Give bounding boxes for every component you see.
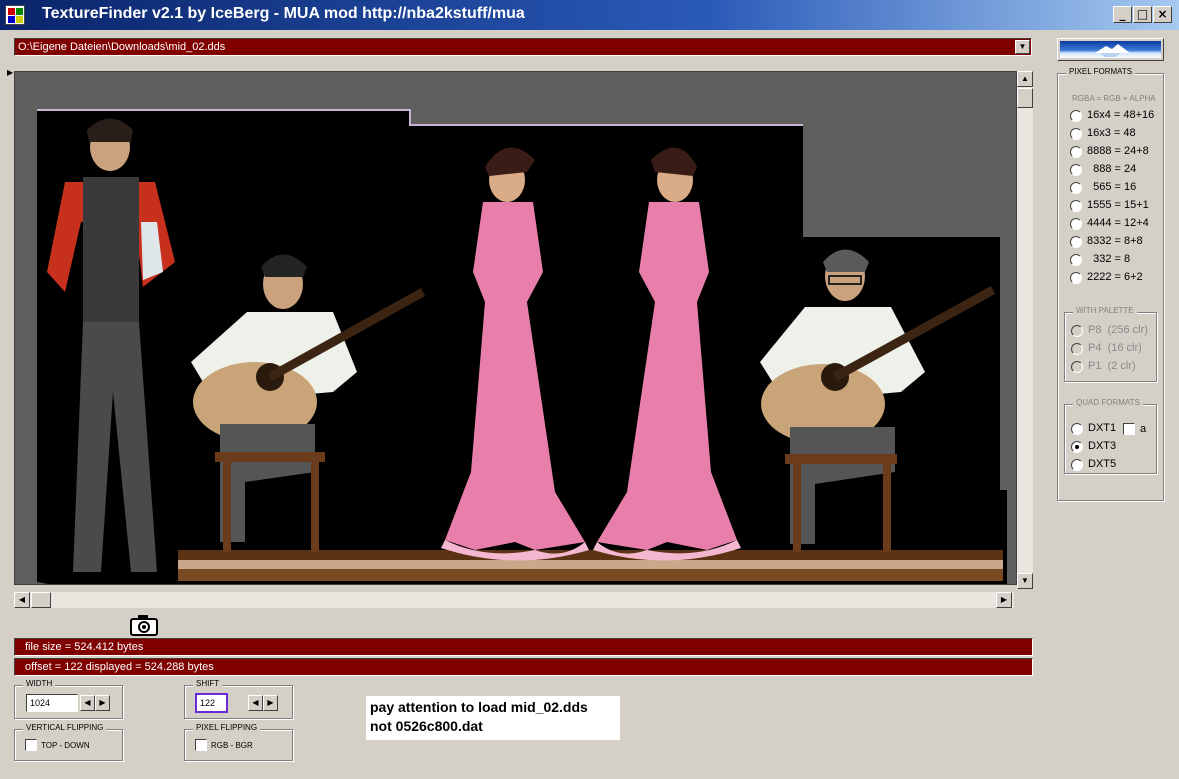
shift-group: SHIFT 122 ◀ ▶ <box>184 679 293 719</box>
scroll-left-button[interactable]: ◀ <box>14 592 30 608</box>
with-palette-group: WITH PALETTE P8 (256 clr) P4 (16 clr) P1… <box>1064 306 1157 382</box>
quad-formats-label: QUAD FORMATS <box>1073 398 1143 407</box>
offset-bar: offset = 122 displayed = 524.288 bytes <box>14 658 1033 676</box>
note-line-1: pay attention to load mid_02.dds <box>370 699 588 715</box>
shift-input[interactable]: 122 <box>195 693 228 713</box>
shift-label: SHIFT <box>193 679 223 688</box>
file-size-bar: file size = 524.412 bytes <box>14 638 1033 656</box>
pixel-flipping-group: PIXEL FLIPPING RGB - BGR <box>184 723 293 761</box>
vertical-flipping-label: VERTICAL FLIPPING <box>23 723 107 732</box>
chevron-down-icon[interactable]: ▼ <box>1015 40 1030 54</box>
rgba-sublabel: RGBA = RGB + ALPHA <box>1072 94 1156 103</box>
with-palette-label: WITH PALETTE <box>1073 306 1137 315</box>
maximize-button[interactable]: □ <box>1133 6 1152 23</box>
width-group: WIDTH 1024 ◀ ▶ <box>14 679 123 719</box>
rgb-bgr-label: RGB - BGR <box>211 741 253 750</box>
file-path-combo[interactable]: O:\Eigene Dateien\Downloads\mid_02.dds ▼ <box>14 38 1032 56</box>
pixel-formats-label: PIXEL FORMATS <box>1066 67 1136 76</box>
texture-image <box>37 109 1007 584</box>
texture-preview[interactable] <box>14 71 1017 585</box>
row-marker-icon: ▶ <box>7 68 14 77</box>
top-down-label: TOP - DOWN <box>41 741 90 750</box>
app-icon[interactable] <box>5 5 25 25</box>
close-button[interactable]: × <box>1153 6 1172 23</box>
width-decrement-button[interactable]: ◀ <box>80 695 95 711</box>
pixel-formats-panel: PIXEL FORMATS RGBA = RGB + ALPHA 16x4 = … <box>1057 67 1164 501</box>
note-box: pay attention to load mid_02.dds not 052… <box>366 696 620 740</box>
horizontal-scroll-thumb[interactable] <box>31 592 51 608</box>
note-line-2: not 0526c800.dat <box>370 718 483 734</box>
rgb-bgr-checkbox[interactable] <box>195 739 207 751</box>
width-input[interactable]: 1024 <box>26 694 78 712</box>
vertical-flipping-group: VERTICAL FLIPPING TOP - DOWN <box>14 723 123 761</box>
width-label: WIDTH <box>23 679 56 688</box>
quad-formats-group: QUAD FORMATS DXT1 a DXT3 DXT5 <box>1064 398 1157 474</box>
file-path-value: O:\Eigene Dateien\Downloads\mid_02.dds <box>18 41 226 53</box>
width-increment-button[interactable]: ▶ <box>95 695 110 711</box>
scroll-up-button[interactable]: ▲ <box>1017 71 1033 87</box>
vertical-scroll-thumb[interactable] <box>1017 88 1033 108</box>
shift-decrement-button[interactable]: ◀ <box>248 695 263 711</box>
window-title: TextureFinder v2.1 by IceBerg - MUA mod … <box>42 5 525 22</box>
dxt1-alpha-checkbox[interactable] <box>1123 423 1135 435</box>
scroll-right-button[interactable]: ▶ <box>996 592 1012 608</box>
shift-increment-button[interactable]: ▶ <box>263 695 278 711</box>
top-down-checkbox[interactable] <box>25 739 37 751</box>
vertical-scrollbar[interactable]: ▲ ▼ <box>1017 71 1033 589</box>
scroll-down-button[interactable]: ▼ <box>1017 573 1033 589</box>
iceberg-logo-button[interactable] <box>1057 38 1164 61</box>
dxt1-alpha-label: a <box>1140 423 1147 435</box>
horizontal-scrollbar[interactable]: ◀ ▶ <box>14 592 1014 608</box>
pixel-flipping-label: PIXEL FLIPPING <box>193 723 261 732</box>
minimize-button[interactable]: _ <box>1113 6 1132 23</box>
camera-icon[interactable] <box>129 613 159 637</box>
iceberg-icon <box>1060 41 1161 58</box>
title-bar: TextureFinder v2.1 by IceBerg - MUA mod … <box>0 0 1179 30</box>
